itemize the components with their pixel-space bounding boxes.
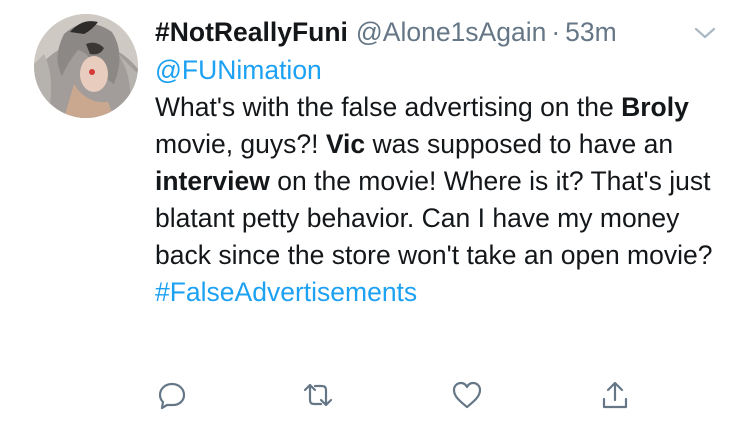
hashtag-link[interactable]: #FalseAdvertisements xyxy=(155,277,417,307)
text-segment-bold: Vic xyxy=(325,129,366,159)
user-handle[interactable]: @Alone1sAgain xyxy=(356,12,546,52)
separator-dot: · xyxy=(551,17,561,47)
timestamp[interactable]: 53m xyxy=(565,12,617,52)
text-segment: movie, guys?! xyxy=(155,129,326,159)
tweet-text: What's with the false advertising on the… xyxy=(155,89,725,311)
reply-button[interactable] xyxy=(155,378,189,412)
tweet-header: #NotReallyFuni @Alone1sAgain · 53m xyxy=(155,12,725,52)
share-icon xyxy=(602,381,628,409)
avatar-image xyxy=(34,14,138,118)
display-name[interactable]: #NotReallyFuni xyxy=(155,12,348,52)
text-segment: was supposed to have an xyxy=(365,129,674,159)
avatar[interactable] xyxy=(34,14,138,118)
retweet-button[interactable] xyxy=(301,378,335,412)
chevron-down-icon[interactable] xyxy=(693,24,717,42)
reply-icon xyxy=(158,382,186,410)
tweet[interactable]: #NotReallyFuni @Alone1sAgain · 53m @FUNi… xyxy=(0,0,749,436)
text-segment-bold: Broly xyxy=(621,92,689,122)
retweet-icon xyxy=(303,383,333,407)
tweet-content: #NotReallyFuni @Alone1sAgain · 53m @FUNi… xyxy=(155,12,725,311)
text-segment-bold: interview xyxy=(155,166,270,196)
text-segment: What's with the false advertising on the xyxy=(155,92,622,122)
action-bar xyxy=(0,378,749,418)
reply-to-mention[interactable]: @FUNimation xyxy=(155,52,725,89)
heart-icon xyxy=(452,381,482,409)
share-button[interactable] xyxy=(598,378,632,412)
like-button[interactable] xyxy=(450,378,484,412)
